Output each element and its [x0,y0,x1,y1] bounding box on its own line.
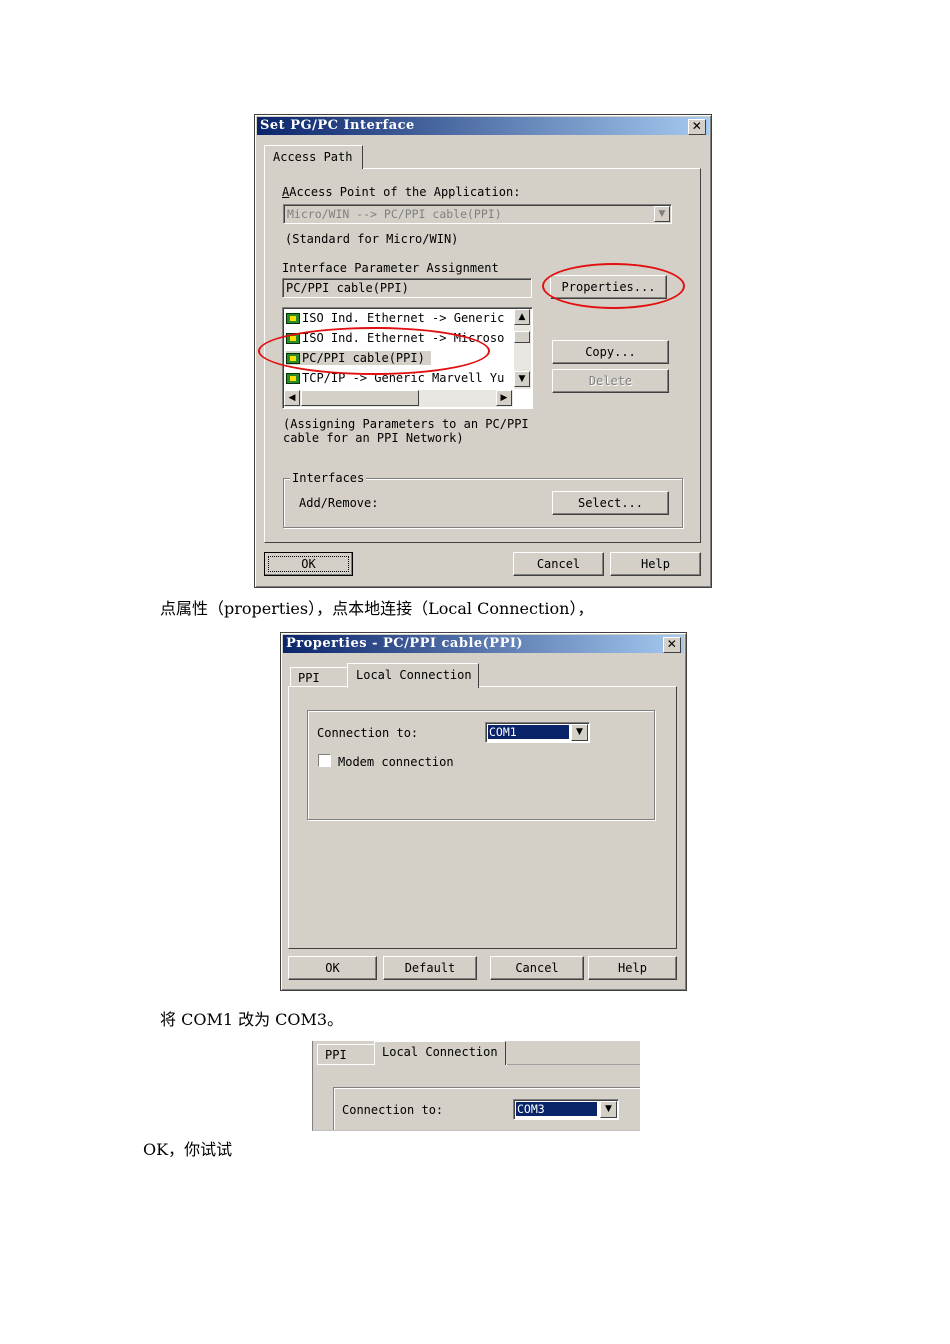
caption-step-1: 点属性（properties），点本地连接（Local Connection）， [160,599,594,618]
access-point-note: (Standard for Micro/WIN) [285,232,459,246]
horizontal-scrollbar[interactable]: ◀ ▶ [284,390,513,407]
connection-to-label: Connection to: [317,726,419,740]
com3-cropped-dialog: PPI Local Connection Connection to: COM3… [312,1041,640,1131]
annotation-circle-pcppi [258,327,490,375]
tab-ppi[interactable]: PPI [317,1044,375,1064]
access-point-value: Micro/WIN --> PC/PPI cable(PPI) [287,207,502,221]
help-button[interactable]: Help [588,956,677,980]
connection-select-value: COM1 [488,725,569,739]
param-assignment-field[interactable]: PC/PPI cable(PPI) [282,278,532,298]
scroll-left-icon[interactable]: ◀ [284,390,300,406]
tab-ppi[interactable]: PPI [290,667,348,687]
annotation-circle-properties [542,263,685,309]
focus-rect [268,556,349,572]
dialog-title-bar: Set PG/PC Interface ✕ [257,117,709,135]
dialog-title: Set PG/PC Interface [260,118,415,133]
interface-description: (Assigning Parameters to an PC/PPI cable… [283,417,529,445]
tab-access-path-label: Access Path [273,150,353,164]
properties-dialog: Properties - PC/PPI cable(PPI) ✕ PPI Loc… [280,632,687,991]
scroll-right-icon[interactable]: ▶ [496,390,512,406]
close-icon[interactable]: ✕ [688,119,706,135]
default-button[interactable]: Default [383,956,477,980]
network-icon [286,373,300,384]
chevron-down-icon[interactable]: ▼ [600,1101,617,1118]
add-remove-label: Add/Remove: [299,496,379,510]
scroll-thumb[interactable] [514,331,530,343]
scroll-up-icon[interactable]: ▲ [514,309,530,325]
delete-button[interactable]: Delete [552,369,669,393]
scroll-thumb-horizontal[interactable] [301,390,419,406]
interfaces-group-label: Interfaces [290,471,367,485]
tab-local-connection[interactable]: Local Connection [347,663,479,688]
connection-select[interactable]: COM1 ▼ [485,722,590,743]
vertical-scrollbar[interactable]: ▲ ▼ [514,309,531,389]
cancel-button[interactable]: Cancel [490,956,584,980]
ok-button[interactable]: OK [264,552,353,576]
connection-select-value: COM3 [516,1102,597,1116]
modem-label: Modem connection [338,755,454,769]
param-assignment-value: PC/PPI cable(PPI) [286,281,409,295]
connection-select[interactable]: COM3 ▼ [513,1099,619,1120]
copy-button[interactable]: Copy... [552,340,669,364]
ok-button[interactable]: OK [288,956,377,980]
caption-step-3: OK，你试试 [143,1140,233,1159]
dialog-title-bar: Properties - PC/PPI cable(PPI) ✕ [283,635,684,653]
tab-local-connection[interactable]: Local Connection [374,1041,506,1065]
access-point-label: AAccess Point of the Application: [282,185,521,199]
list-item[interactable]: ISO Ind. Ethernet -> Generic [286,311,504,325]
access-point-combo[interactable]: Micro/WIN --> PC/PPI cable(PPI) ▼ [283,204,672,224]
set-pgpc-interface-dialog: Set PG/PC Interface ✕ Access Path AAcces… [254,114,712,588]
dialog-title: Properties - PC/PPI cable(PPI) [286,636,524,651]
caption-step-2: 将 COM1 改为 COM3。 [160,1010,344,1029]
chevron-down-icon[interactable]: ▼ [571,724,588,741]
chevron-down-icon[interactable]: ▼ [654,206,670,222]
close-icon[interactable]: ✕ [663,637,681,653]
help-button[interactable]: Help [610,552,701,576]
scroll-down-icon[interactable]: ▼ [514,371,530,387]
network-icon [286,313,300,324]
cancel-button[interactable]: Cancel [513,552,604,576]
tab-panel-right-edge [507,1064,640,1065]
select-button[interactable]: Select... [552,491,669,515]
connection-to-label: Connection to: [342,1103,444,1117]
modem-checkbox[interactable] [318,754,331,767]
tab-access-path[interactable]: Access Path [264,145,363,169]
param-assignment-label: Interface Parameter Assignment [282,261,499,275]
